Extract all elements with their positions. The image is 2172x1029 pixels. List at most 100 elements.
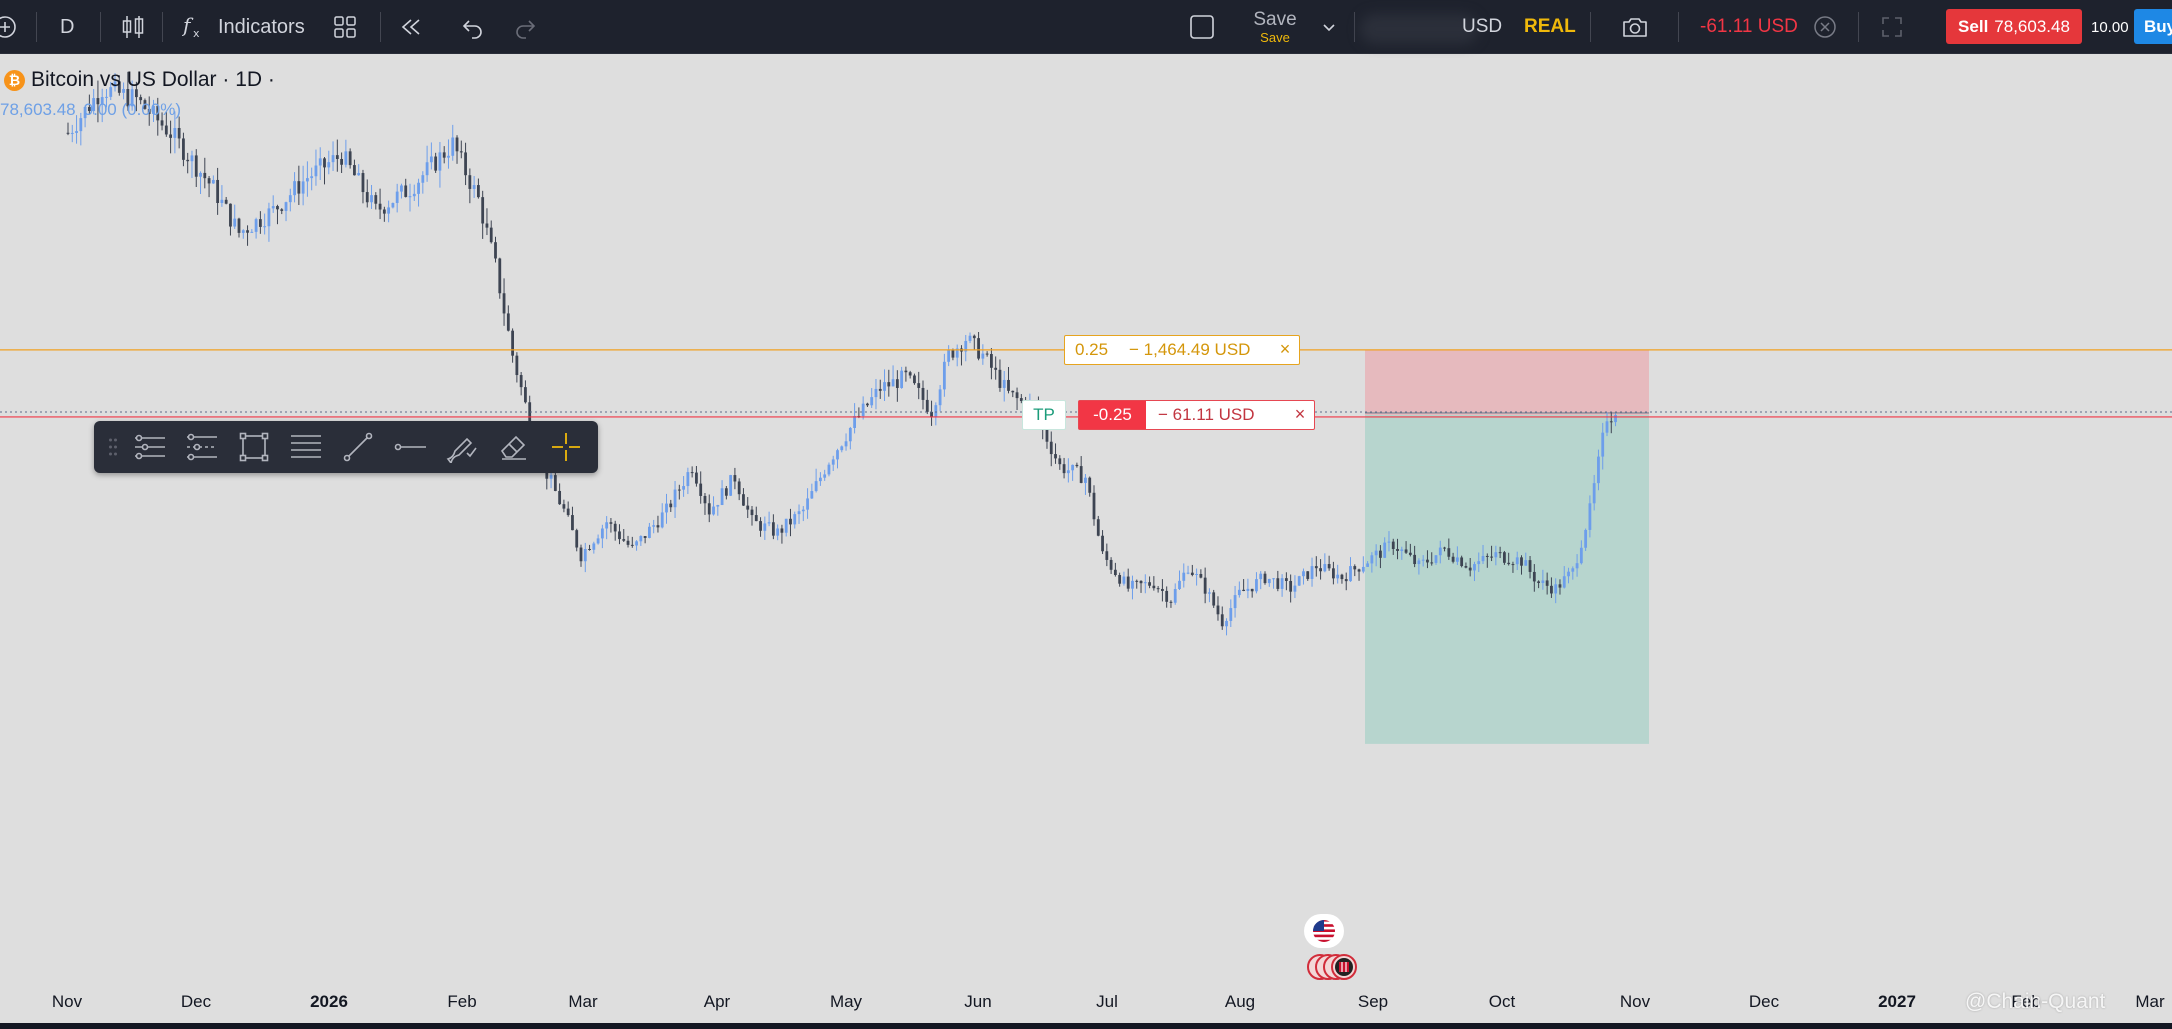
candle-body bbox=[904, 370, 908, 373]
position-qty: -0.25 bbox=[1079, 400, 1146, 429]
candle-body bbox=[699, 483, 703, 496]
candle-body bbox=[1430, 562, 1434, 564]
candle-body bbox=[494, 242, 497, 259]
take-profit-button[interactable]: TP bbox=[1022, 399, 1066, 430]
trend-line-icon[interactable] bbox=[332, 421, 384, 473]
candle-body bbox=[750, 509, 754, 516]
candle-body bbox=[789, 518, 792, 525]
candle-body bbox=[1186, 572, 1190, 574]
fullscreen-toggle-icon[interactable] bbox=[1188, 0, 1216, 54]
chart-area[interactable] bbox=[0, 55, 2172, 1023]
candle-body bbox=[579, 547, 583, 562]
stop-order-close-icon[interactable]: × bbox=[1271, 336, 1299, 364]
undo-icon[interactable] bbox=[460, 0, 486, 54]
candle-body bbox=[160, 120, 164, 126]
crosshair-icon[interactable] bbox=[540, 421, 592, 473]
candle-body bbox=[1511, 564, 1515, 566]
candle-body bbox=[237, 218, 241, 233]
pitchfork-icon[interactable] bbox=[176, 421, 228, 473]
candle-body bbox=[1447, 548, 1451, 557]
chevron-down-icon[interactable] bbox=[1320, 0, 1338, 54]
layouts-icon[interactable] bbox=[332, 0, 358, 54]
eraser-icon[interactable] bbox=[488, 421, 540, 473]
candle-body bbox=[515, 355, 519, 376]
candle-body bbox=[1105, 551, 1109, 560]
save-button[interactable]: Save Save bbox=[1246, 0, 1304, 54]
candle-body bbox=[335, 155, 339, 159]
candle-body bbox=[981, 353, 985, 359]
symbol-legend[interactable]: ₿ Bitcoin vs US Dollar · 1D · bbox=[4, 68, 275, 92]
candle-body bbox=[759, 521, 762, 531]
open-pnl: -61.11 USD bbox=[1700, 16, 1798, 37]
events-stack-icon[interactable] bbox=[1304, 952, 1362, 982]
camera-icon[interactable] bbox=[1620, 0, 1650, 54]
candle-body bbox=[1332, 568, 1335, 579]
position-label[interactable]: -0.25 − 61.11 USD × bbox=[1078, 399, 1315, 430]
candle-body bbox=[819, 477, 822, 482]
us-flag-icon[interactable] bbox=[1304, 914, 1344, 948]
candle-body bbox=[233, 218, 237, 227]
sell-button[interactable]: Sell 78,603.48 bbox=[1946, 9, 2082, 44]
fullscreen-icon[interactable] bbox=[1880, 0, 1904, 54]
stop-order-qty: 0.25 bbox=[1075, 339, 1109, 359]
sell-label: Sell bbox=[1958, 16, 1989, 36]
drag-handle-icon[interactable] bbox=[102, 421, 124, 473]
candle-body bbox=[592, 543, 596, 550]
candle-body bbox=[1481, 555, 1485, 562]
redo-icon[interactable] bbox=[512, 0, 538, 54]
candle-body bbox=[1075, 464, 1079, 467]
candle-body bbox=[1562, 576, 1566, 588]
account-mode-badge[interactable]: REAL bbox=[1524, 0, 1576, 54]
candle-body bbox=[1280, 578, 1284, 589]
candle-body bbox=[400, 185, 403, 192]
candle-body bbox=[229, 203, 232, 227]
candles-icon[interactable] bbox=[120, 0, 146, 54]
candle-body bbox=[451, 137, 455, 156]
stop-order-label[interactable]: 0.25 − 1,464.49 USD × bbox=[1064, 334, 1300, 365]
candle-body bbox=[682, 486, 685, 490]
channel-icon[interactable] bbox=[124, 421, 176, 473]
candle-body bbox=[836, 450, 839, 460]
candle-body bbox=[665, 503, 668, 513]
timeframe-button[interactable]: D bbox=[60, 0, 74, 54]
candle-body bbox=[883, 382, 886, 391]
lot-size[interactable]: 10.00 bbox=[2091, 0, 2129, 54]
candle-body bbox=[1413, 554, 1417, 565]
candle-body bbox=[1156, 588, 1160, 590]
candle-body bbox=[763, 523, 767, 531]
add-symbol-icon[interactable] bbox=[0, 0, 18, 54]
candle-body bbox=[1220, 614, 1224, 627]
candle-body bbox=[618, 531, 621, 540]
brush-icon[interactable] bbox=[436, 421, 488, 473]
candle-body bbox=[1190, 572, 1194, 575]
price-chart[interactable] bbox=[0, 55, 2172, 1023]
time-axis-tick: Mar bbox=[2135, 992, 2165, 1011]
candle-body bbox=[870, 397, 874, 406]
svg-text:x: x bbox=[193, 27, 200, 40]
candle-body bbox=[913, 375, 916, 384]
buy-button[interactable]: Buy bbox=[2134, 9, 2172, 44]
fib-icon[interactable] bbox=[280, 421, 332, 473]
candle-body bbox=[690, 472, 694, 474]
candle-body bbox=[1212, 592, 1216, 606]
candle-body bbox=[1370, 555, 1374, 564]
sell-price: 78,603.48 bbox=[1994, 16, 2070, 36]
replay-icon[interactable] bbox=[398, 0, 424, 54]
candle-body bbox=[1058, 458, 1062, 465]
close-position-icon[interactable] bbox=[1812, 0, 1838, 54]
candle-body bbox=[1550, 585, 1553, 594]
candle-body bbox=[712, 506, 715, 515]
indicators-button[interactable]: fx Indicators bbox=[182, 0, 305, 54]
fx-icon: fx bbox=[182, 14, 200, 40]
position-close-icon[interactable]: × bbox=[1286, 401, 1314, 429]
candle-body bbox=[344, 151, 348, 165]
candle-body bbox=[746, 505, 750, 510]
time-axis-tick: 2027 bbox=[1878, 992, 1916, 1011]
time-axis-tick: Feb bbox=[447, 992, 477, 1011]
candle-body bbox=[519, 375, 523, 388]
stop-order-pnl: − 1,464.49 USD bbox=[1129, 339, 1251, 359]
candle-body bbox=[408, 196, 412, 198]
rectangle-icon[interactable] bbox=[228, 421, 280, 473]
candle-body bbox=[1507, 562, 1511, 565]
ray-icon[interactable] bbox=[384, 421, 436, 473]
